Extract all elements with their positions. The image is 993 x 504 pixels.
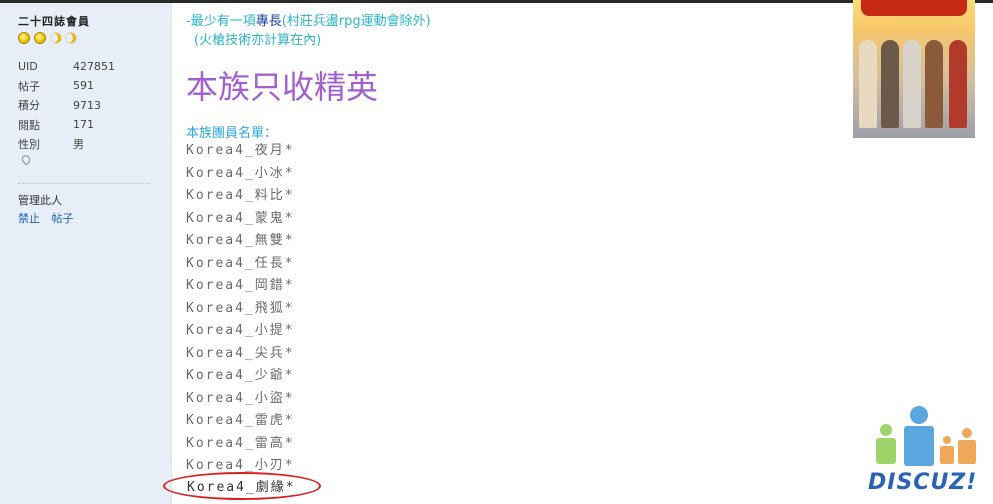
- character-figure: [925, 40, 943, 128]
- note-suffix: (村莊兵盪rpg運動會除外): [281, 14, 431, 29]
- stat-row-uid: UID 427851: [18, 57, 133, 76]
- clan-group-image[interactable]: [853, 0, 975, 138]
- stat-value: 男: [73, 137, 84, 151]
- member-item: Korea4_小冰*: [186, 165, 295, 181]
- member-item: Korea4_少爺*: [186, 368, 295, 383]
- member-item: Korea4_雷虎*: [186, 413, 295, 428]
- discuz-watermark: DISCUZ!: [866, 402, 991, 500]
- stat-value: 591: [73, 79, 94, 93]
- figure-body: [876, 438, 896, 464]
- member-item: Korea4_料比*: [186, 188, 295, 203]
- character-figure: [949, 40, 967, 128]
- member-item: Korea4_無雙*: [186, 233, 295, 248]
- watermark-text: DISCUZ!: [868, 470, 978, 495]
- post-heading: 本族只收精英: [186, 68, 379, 106]
- stat-label: 性別: [18, 137, 40, 151]
- member-item: Korea4_尖兵*: [186, 345, 295, 361]
- figure-head: [880, 424, 892, 436]
- stat-label: UID: [18, 60, 38, 74]
- figure-body: [958, 440, 976, 464]
- member-item: Korea4_雷高*: [186, 435, 295, 451]
- manage-title: 管理此人: [18, 194, 62, 207]
- member-list: Korea4_夜月* Korea4_小冰* Korea4_料比* Korea4_…: [186, 140, 295, 478]
- stat-label: 帖子: [18, 79, 40, 93]
- stat-row-read: 閱點 171: [18, 115, 133, 134]
- figure-head: [910, 406, 928, 424]
- user-group-name: 二十四誌會員: [18, 15, 90, 28]
- figure-body: [904, 426, 934, 466]
- moon-rank-icon: [65, 32, 77, 44]
- member-item: Korea4_小提*: [186, 323, 295, 338]
- stat-value: 171: [73, 118, 94, 132]
- member-item: Korea4_夜月*: [186, 143, 295, 158]
- note-emphasis: 專長: [255, 14, 282, 29]
- member-item: Korea4_小盜*: [186, 390, 295, 406]
- note-prefix: -最少有一項: [186, 14, 256, 29]
- stat-label: 閱點: [18, 118, 40, 132]
- location-icon[interactable]: [19, 153, 33, 166]
- stat-label: 積分: [18, 99, 40, 113]
- member-list-title: 本族團員名單：: [186, 126, 278, 141]
- manage-links: 禁止 帖子: [18, 210, 82, 226]
- stat-row-gender: 性別 男: [18, 134, 133, 153]
- stat-row-posts: 帖子 591: [18, 76, 133, 95]
- figure-head: [962, 428, 972, 438]
- stat-value: 9713: [73, 98, 101, 112]
- stat-row-points: 積分 9713: [18, 96, 133, 115]
- requirement-note: -最少有一項專長(村莊兵盪rpg運動會除外): [186, 10, 431, 29]
- figure-head: [943, 436, 951, 444]
- image-banner: [861, 0, 967, 16]
- character-figure: [881, 40, 899, 128]
- member-item: Korea4_任長*: [186, 255, 295, 271]
- sun-rank-icon: [34, 32, 46, 44]
- user-stats: UID 427851 帖子 591 積分 9713 閱點 171 性別 男: [18, 57, 133, 153]
- requirement-subnote: (火槍技術亦計算在內): [194, 33, 322, 48]
- member-item: Korea4_飛狐*: [186, 300, 295, 316]
- ban-user-link[interactable]: 禁止: [18, 212, 40, 225]
- red-highlight-circle: [163, 472, 321, 500]
- character-figure: [859, 40, 877, 128]
- sun-rank-icon: [18, 32, 30, 44]
- sidebar-divider: [18, 183, 150, 184]
- moon-rank-icon: [50, 32, 62, 44]
- rank-medals: [18, 32, 80, 44]
- user-info-sidebar: 二十四誌會員 UID 427851 帖子 591 積分 9713 閱點 171 …: [0, 3, 172, 504]
- member-item: Korea4_蒙鬼*: [186, 210, 295, 226]
- character-figure: [903, 40, 921, 128]
- user-posts-link[interactable]: 帖子: [52, 212, 74, 225]
- stat-value: 427851: [73, 60, 115, 74]
- member-item: Korea4_岡錯*: [186, 278, 295, 293]
- figure-body: [940, 446, 954, 464]
